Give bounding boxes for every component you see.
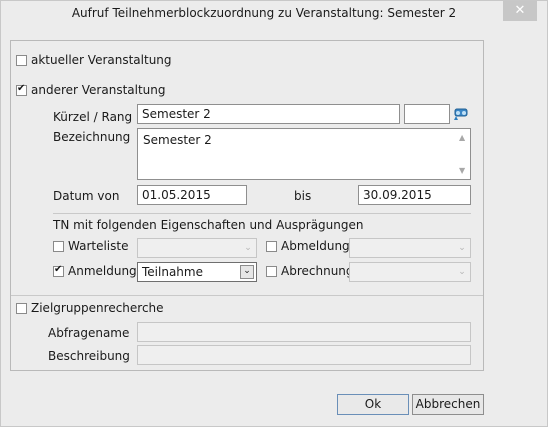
- chevron-down-icon: ⌄: [458, 243, 466, 253]
- abfragename-label: Abfragename: [48, 326, 130, 340]
- chevron-down-icon: ⌄: [244, 243, 252, 253]
- warteliste-select[interactable]: ⌄: [137, 238, 257, 258]
- tn-heading: TN mit folgenden Eigenschaften und Auspr…: [53, 218, 364, 232]
- checkbox-warteliste[interactable]: [53, 241, 64, 252]
- chevron-down-icon[interactable]: ⌄: [240, 265, 254, 279]
- checkbox-other-event[interactable]: [16, 83, 27, 96]
- chevron-down-icon: ⌄: [458, 267, 466, 277]
- search-binoculars-icon[interactable]: [453, 106, 471, 122]
- tn-separator: [53, 213, 471, 214]
- ok-button[interactable]: Ok: [337, 394, 409, 415]
- title-bar: Aufruf Teilnehmerblockzuordnung zu Veran…: [1, 1, 547, 29]
- checkbox-abmeldung[interactable]: [266, 241, 277, 252]
- textarea-scrollbar[interactable]: ▲ ▼: [456, 129, 470, 179]
- abfragename-input[interactable]: [137, 322, 471, 342]
- datum-von-input[interactable]: 01.05.2015: [137, 185, 247, 205]
- abrechnung-select[interactable]: ⌄: [349, 262, 471, 282]
- frame-divider: [11, 295, 483, 296]
- close-button[interactable]: ✕: [503, 1, 537, 21]
- window-title: Aufruf Teilnehmerblockzuordnung zu Veran…: [71, 6, 457, 20]
- zielgruppe-label: Zielgruppenrecherche: [31, 301, 164, 315]
- anmeldung-select[interactable]: Teilnahme ⌄: [137, 262, 257, 282]
- scroll-up-icon[interactable]: ▲: [459, 133, 465, 142]
- current-event-label: aktueller Veranstaltung: [31, 53, 172, 67]
- dialog-window: Aufruf Teilnehmerblockzuordnung zu Veran…: [0, 0, 548, 427]
- datum-von-label: Datum von: [53, 189, 120, 203]
- anmeldung-select-value: Teilnahme: [142, 265, 203, 279]
- cancel-button[interactable]: Abbrechen: [412, 394, 484, 415]
- abmeldung-select[interactable]: ⌄: [349, 238, 471, 258]
- datum-bis-input[interactable]: 30.09.2015: [358, 185, 471, 205]
- warteliste-label: Warteliste: [68, 239, 129, 253]
- checkbox-anmeldung[interactable]: [53, 264, 64, 277]
- checkbox-abrechnung[interactable]: [266, 266, 277, 277]
- checkbox-zielgruppe[interactable]: [16, 303, 27, 314]
- rang-input[interactable]: [404, 104, 450, 124]
- anmeldung-label: Anmeldung: [68, 264, 137, 278]
- kuerzel-input[interactable]: Semester 2: [137, 104, 400, 124]
- beschreibung-label: Beschreibung: [48, 349, 130, 363]
- other-event-label: anderer Veranstaltung: [31, 83, 166, 97]
- checkbox-current-event[interactable]: [16, 55, 27, 66]
- beschreibung-input[interactable]: [137, 345, 471, 365]
- bezeichnung-label: Bezeichnung: [53, 130, 131, 144]
- abrechnung-label: Abrechnung: [281, 264, 354, 278]
- bis-label: bis: [294, 189, 312, 203]
- kuerzel-label: Kürzel / Rang: [53, 110, 133, 124]
- bezeichnung-value: Semester 2: [143, 133, 212, 147]
- abmeldung-label: Abmeldung: [281, 239, 350, 253]
- scroll-down-icon[interactable]: ▼: [459, 166, 465, 175]
- bezeichnung-textarea[interactable]: Semester 2 ▲ ▼: [137, 128, 471, 180]
